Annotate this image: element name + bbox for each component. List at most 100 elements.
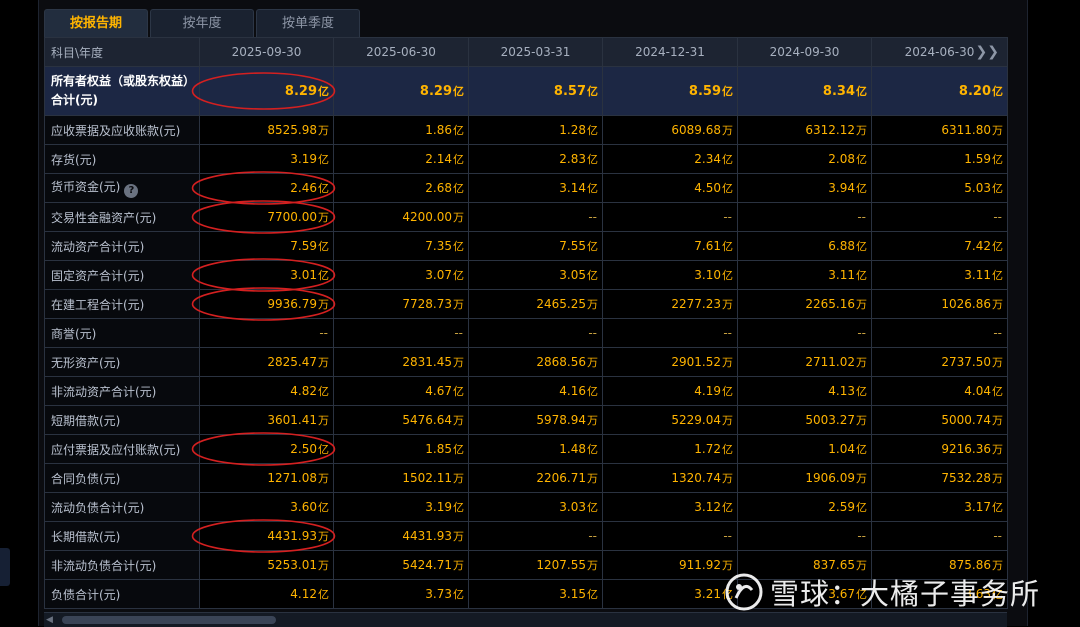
value-cell: 4.13亿 xyxy=(737,376,872,406)
cell-value: -- xyxy=(588,210,597,224)
period-header[interactable]: 2025-03-31 xyxy=(468,37,603,67)
table-row: 在建工程合计(元) 9936.79万 7728.73万 2465.25万 2277.23… xyxy=(44,289,1008,319)
cell-unit: 亿 xyxy=(318,182,329,195)
period-header[interactable]: 2025-09-30 xyxy=(199,37,334,67)
scroll-left-arrow-icon[interactable]: ◀ xyxy=(46,615,53,625)
cell-value: -- xyxy=(723,326,732,340)
value-cell: 1502.11万 xyxy=(333,463,469,493)
value-cell: 7.42亿 xyxy=(871,231,1008,261)
row-label: 短期借款(元) xyxy=(44,405,200,435)
value-cell: 3.94亿 xyxy=(737,173,872,203)
table-row: 无形资产(元) 2825.47万 2831.45万 2868.56万 2901.52万 2… xyxy=(44,347,1008,377)
cell-unit: 万 xyxy=(587,356,598,369)
value-cell: 7700.00万 xyxy=(199,202,334,232)
cell-unit: 万 xyxy=(992,472,1003,485)
value-cell: 3.73亿 xyxy=(333,579,469,609)
cell-value: 5000.74 xyxy=(941,413,991,427)
cell-value: 7.42 xyxy=(964,239,991,253)
cell-value: -- xyxy=(454,326,463,340)
cell-value: 6089.68 xyxy=(671,123,721,137)
value-cell: 2.34亿 xyxy=(602,144,738,174)
tab-by-quarter[interactable]: 按单季度 xyxy=(256,9,360,38)
value-cell: -- xyxy=(871,202,1008,232)
cell-value: 2.83 xyxy=(559,152,586,166)
value-cell: -- xyxy=(602,202,738,232)
cell-unit: 亿 xyxy=(722,269,733,282)
value-cell: 5229.04万 xyxy=(602,405,738,435)
cell-value: 1.59 xyxy=(964,152,991,166)
cell-unit: 万 xyxy=(318,559,329,572)
cell-unit: 亿 xyxy=(722,385,733,398)
cell-unit: 亿 xyxy=(453,443,464,456)
table-row: 流动资产合计(元) 7.59亿 7.35亿 7.55亿 7.61亿 6.88亿 7.42亿 xyxy=(44,231,1008,261)
cell-value: -- xyxy=(723,529,732,543)
table-row: 应收票据及应收账款(元) 8525.98万 1.86亿 1.28亿 6089.68万 63… xyxy=(44,115,1008,145)
cell-unit: 亿 xyxy=(722,85,733,98)
row-label: 长期借款(元) xyxy=(44,521,200,551)
row-label: 合同负债(元) xyxy=(44,463,200,493)
table-row: 商誉(元) -- -- -- -- -- -- xyxy=(44,318,1008,348)
cell-unit: 万 xyxy=(318,414,329,427)
value-cell: 3.19亿 xyxy=(333,492,469,522)
period-header[interactable]: 2024-06-30 ❯❯ xyxy=(871,37,1008,67)
period-header[interactable]: 2025-06-30 xyxy=(333,37,469,67)
cell-value: 8.29 xyxy=(284,84,317,99)
cell-value: 7.59 xyxy=(290,239,317,253)
cell-value: 5424.71 xyxy=(402,558,452,572)
cell-value: -- xyxy=(857,529,866,543)
value-cell: 1.86亿 xyxy=(333,115,469,145)
value-cell: 2831.45万 xyxy=(333,347,469,377)
row-label: 货币资金(元)? xyxy=(44,173,200,203)
period-header[interactable]: 2024-09-30 xyxy=(737,37,872,67)
double-chevron-right-icon[interactable]: ❯❯ xyxy=(976,44,999,60)
tab-by-report-period[interactable]: 按报告期 xyxy=(44,9,148,38)
question-circle-icon[interactable]: ? xyxy=(124,184,139,198)
value-cell: 2737.50万 xyxy=(871,347,1008,377)
row-label: 固定资产合计(元) xyxy=(44,260,200,290)
row-label-text: 交易性金融资产(元) xyxy=(51,210,157,225)
value-cell: 1320.74万 xyxy=(602,463,738,493)
tab-by-year[interactable]: 按年度 xyxy=(150,9,254,38)
value-cell: -- xyxy=(871,521,1008,551)
cell-value: 2.08 xyxy=(828,152,855,166)
cell-unit: 亿 xyxy=(318,443,329,456)
value-cell: 1.04亿 xyxy=(737,434,872,464)
row-label-text: 无形资产(元) xyxy=(51,355,121,370)
cell-value: 7.61 xyxy=(694,239,721,253)
cell-unit: 万 xyxy=(318,530,329,543)
cell-value: 1.85 xyxy=(425,442,452,456)
value-cell: 3.19亿 xyxy=(199,144,334,174)
cell-unit: 亿 xyxy=(587,182,598,195)
cell-unit: 亿 xyxy=(318,153,329,166)
cell-value: 2825.47 xyxy=(267,355,317,369)
row-label-text: 固定资产合计(元) xyxy=(51,268,145,283)
row-label: 无形资产(元) xyxy=(44,347,200,377)
value-cell: 4.19亿 xyxy=(602,376,738,406)
value-cell: 6089.68万 xyxy=(602,115,738,145)
cell-unit: 亿 xyxy=(992,85,1003,98)
scrollbar-thumb[interactable] xyxy=(62,616,276,624)
cell-value: 1271.08 xyxy=(267,471,317,485)
period-header[interactable]: 2024-12-31 xyxy=(602,37,738,67)
cell-value: -- xyxy=(993,529,1002,543)
horizontal-scrollbar[interactable]: ◀ xyxy=(44,612,1007,627)
value-cell: 1.48亿 xyxy=(468,434,603,464)
cell-unit: 万 xyxy=(722,298,733,311)
cell-unit: 万 xyxy=(453,530,464,543)
cell-value: -- xyxy=(993,326,1002,340)
cell-value: 4.12 xyxy=(290,587,317,601)
watermark-text: 雪球：大橘子事务所 xyxy=(770,577,1041,611)
side-panel-edge xyxy=(0,548,10,586)
value-cell: 5.03亿 xyxy=(871,173,1008,203)
table-row: 非流动资产合计(元) 4.82亿 4.67亿 4.16亿 4.19亿 4.13亿 4.04亿 xyxy=(44,376,1008,406)
value-cell: 2265.16万 xyxy=(737,289,872,319)
value-cell: 1.59亿 xyxy=(871,144,1008,174)
value-cell: 2.50亿 xyxy=(199,434,334,464)
cell-unit: 亿 xyxy=(453,385,464,398)
row-label: 所有者权益（或股东权益）合计(元) xyxy=(44,66,200,116)
cell-value: 7700.00 xyxy=(267,210,317,224)
cell-unit: 亿 xyxy=(453,501,464,514)
cell-value: 8.29 xyxy=(419,84,452,99)
value-cell: 8525.98万 xyxy=(199,115,334,145)
value-cell: 3.03亿 xyxy=(468,492,603,522)
